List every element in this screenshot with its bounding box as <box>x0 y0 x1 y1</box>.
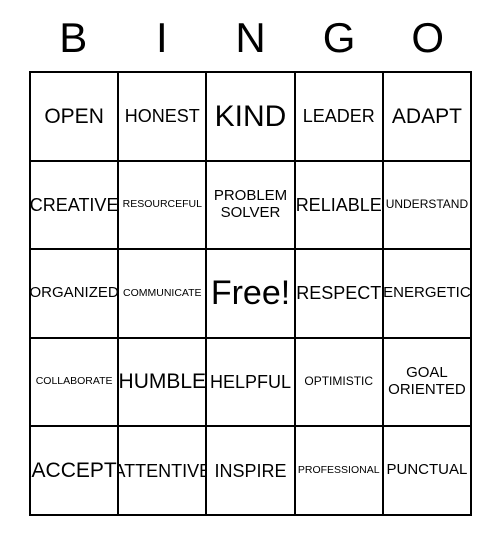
bingo-row: ACCEPT ATTENTIVE INSPIRE PROFESSIONAL PU… <box>31 427 473 516</box>
bingo-cell[interactable]: ORGANIZED <box>31 250 120 339</box>
bingo-cell-label: RESOURCEFUL <box>122 198 202 211</box>
header-letter-i: I <box>156 14 168 61</box>
bingo-cell-label: GOAL ORIENTED <box>388 364 466 399</box>
bingo-cell-label: ORGANIZED <box>31 284 119 302</box>
bingo-card: B I N G O OPEN HONEST KIND LEADER ADAPT … <box>0 0 500 544</box>
header-letter-o: O <box>411 14 444 61</box>
bingo-cell[interactable]: PROBLEM SOLVER <box>207 161 296 251</box>
bingo-cell[interactable]: ADAPT <box>383 73 473 162</box>
bingo-cell-label: INSPIRE <box>214 460 287 481</box>
bingo-cell-label: HUMBLE <box>119 370 207 394</box>
bingo-row: OPEN HONEST KIND LEADER ADAPT <box>31 73 473 162</box>
bingo-cell-label: UNDERSTAND <box>385 197 469 212</box>
bingo-cell[interactable]: RESPECT <box>295 250 384 339</box>
header-letter-b: B <box>59 14 88 61</box>
bingo-cell[interactable]: CREATIVE <box>31 161 120 251</box>
bingo-cell[interactable]: OPEN <box>31 73 120 162</box>
bingo-cell[interactable]: PUNCTUAL <box>383 427 473 516</box>
bingo-cell-label: HELPFUL <box>210 372 292 392</box>
bingo-cell-label: HONEST <box>124 106 200 127</box>
bingo-cell-label: KIND <box>214 99 287 133</box>
bingo-cell-label: RESPECT <box>296 283 382 304</box>
bingo-cell[interactable]: KIND <box>207 73 296 162</box>
bingo-cell-label: COLLABORATE <box>35 375 113 388</box>
bingo-row: COLLABORATE HUMBLE HELPFUL OPTIMISTIC GO… <box>31 338 473 428</box>
bingo-cell-label: CREATIVE <box>31 194 119 215</box>
header-letter-n: N <box>235 14 266 61</box>
bingo-cell-label: RELIABLE <box>295 194 382 215</box>
bingo-free-space-label: Free! <box>210 274 291 313</box>
header-letter-g: G <box>322 14 356 61</box>
bingo-cell-label: LEADER <box>302 106 375 127</box>
bingo-cell-label: PUNCTUAL <box>386 461 468 479</box>
bingo-cell[interactable]: COMMUNICATE <box>119 250 208 339</box>
bingo-row: CREATIVE RESOURCEFUL PROBLEM SOLVER RELI… <box>31 161 473 251</box>
bingo-cell-label: PROFESSIONAL <box>297 463 380 476</box>
bingo-cell[interactable]: INSPIRE <box>207 427 296 516</box>
bingo-cell[interactable]: RESOURCEFUL <box>119 161 208 251</box>
bingo-grid: OPEN HONEST KIND LEADER ADAPT CREATIVE R… <box>29 71 473 516</box>
bingo-cell-label: ENERGETIC <box>383 284 471 302</box>
bingo-cell-label: OPTIMISTIC <box>304 374 374 389</box>
bingo-cell[interactable]: HELPFUL <box>207 338 296 428</box>
bingo-cell-label: ADAPT <box>391 104 462 128</box>
bingo-cell[interactable]: PROFESSIONAL <box>295 427 384 516</box>
bingo-cell-label: ACCEPT <box>31 458 117 482</box>
bingo-cell[interactable]: ENERGETIC <box>383 250 473 339</box>
bingo-row: ORGANIZED COMMUNICATE Free! RESPECT ENER… <box>31 250 473 339</box>
bingo-cell[interactable]: HUMBLE <box>119 338 208 428</box>
bingo-cell[interactable]: ACCEPT <box>31 427 120 516</box>
bingo-cell[interactable]: COLLABORATE <box>31 338 120 428</box>
bingo-cell[interactable]: GOAL ORIENTED <box>383 338 473 428</box>
bingo-cell[interactable]: LEADER <box>295 73 384 162</box>
bingo-cell[interactable]: HONEST <box>119 73 208 162</box>
bingo-header-row: B I N G O <box>29 8 472 68</box>
bingo-cell-label: ATTENTIVE <box>119 460 208 481</box>
bingo-cell-label: OPEN <box>44 104 104 128</box>
bingo-cell[interactable]: ATTENTIVE <box>119 427 208 516</box>
bingo-cell-label: PROBLEM SOLVER <box>213 187 288 221</box>
bingo-cell[interactable]: RELIABLE <box>295 161 384 251</box>
bingo-cell-label: COMMUNICATE <box>123 286 202 299</box>
bingo-cell[interactable]: UNDERSTAND <box>383 161 473 251</box>
bingo-cell-free-space[interactable]: Free! <box>207 250 296 339</box>
bingo-cell[interactable]: OPTIMISTIC <box>295 338 384 428</box>
